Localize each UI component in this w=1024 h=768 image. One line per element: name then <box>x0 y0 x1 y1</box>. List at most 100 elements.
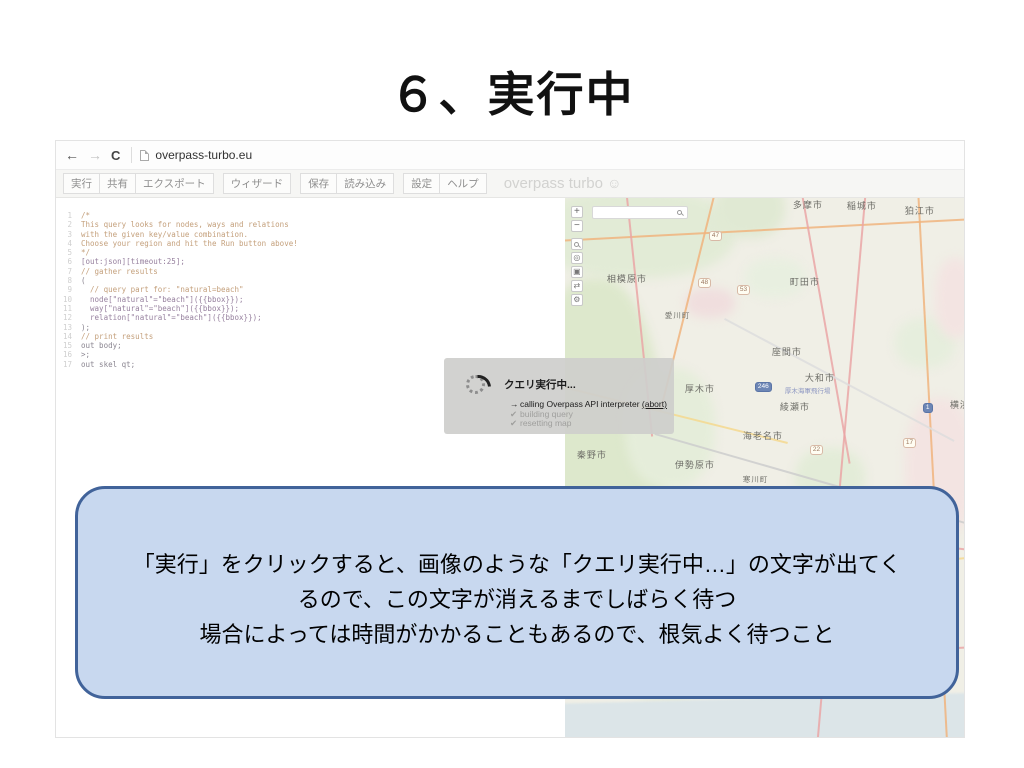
callout-line: 「実行」をクリックすると、画像のような「クエリ実行中…」の文字が出てく <box>132 552 902 577</box>
map-place-label: 厚木海軍飛行場 <box>784 388 831 395</box>
status-text: calling Overpass API interpreter <box>520 399 642 409</box>
code-text: This query looks for nodes, ways and rel… <box>81 220 289 230</box>
code-line: 7 // gather results <box>56 267 565 276</box>
map-place-label: 狛江市 <box>904 206 935 216</box>
callout-line: るので、この文字が消えるまでしばらく待つ <box>297 587 737 612</box>
line-number: 17 <box>62 359 72 369</box>
line-number: 8 <box>67 276 72 286</box>
map-place-label: 町田市 <box>789 277 820 287</box>
menu-help-button[interactable]: ヘルプ <box>439 173 487 194</box>
code-text: Choose your region and hit the Run butto… <box>81 238 298 248</box>
locate-button[interactable]: ◎ <box>570 252 583 264</box>
slide-title: ６、実行中 <box>389 68 635 121</box>
code-text: ); <box>81 322 91 332</box>
line-number: 14 <box>62 331 72 341</box>
code-text: out body; <box>81 341 122 351</box>
url-field[interactable]: overpass-turbo.eu <box>155 148 252 162</box>
share-view-button[interactable]: ⇄ <box>570 280 583 292</box>
code-line: 9 // query part for: "natural=beach" <box>56 285 565 294</box>
magnifier-button[interactable] <box>570 238 583 250</box>
zoom-control: + − <box>570 206 583 234</box>
search-icon <box>676 210 682 215</box>
road-shield: 22 <box>809 445 824 455</box>
map-place-label: 愛川町 <box>664 311 691 320</box>
code-line: 15 out body; <box>56 341 565 350</box>
code-text: >; <box>81 350 91 360</box>
line-number: 15 <box>62 341 72 351</box>
map-road <box>799 198 851 464</box>
menu-bar: 実行 共有 エクスポート ウィザード 保存 読み込み 設定 ヘルプ overpass turb… <box>56 170 964 198</box>
reload-icon[interactable]: C <box>111 148 120 163</box>
code-line: 8( <box>56 276 565 285</box>
line-number: 2 <box>67 220 72 230</box>
query-progress-dialog: クエリ実行中... → calling Overpass API interpre… <box>444 358 674 434</box>
forward-icon[interactable]: → <box>88 147 102 163</box>
dialog-status-line: ✔ resetting map <box>510 418 667 429</box>
zoom-in-button[interactable]: + <box>570 206 583 218</box>
menu-group: 実行 共有 エクスポート <box>63 173 214 194</box>
road-shield: 17 <box>902 438 917 448</box>
menu-load-button[interactable]: 読み込み <box>336 173 395 194</box>
map-place-label: 伊勢原市 <box>674 460 715 470</box>
map-place-label: 海老名市 <box>742 431 783 441</box>
status-text: resetting map <box>520 418 572 429</box>
line-number: 1 <box>67 211 72 220</box>
code-text: ( <box>81 276 86 286</box>
menu-save-button[interactable]: 保存 <box>300 173 338 194</box>
magnifier-icon <box>573 242 579 247</box>
toolbar-divider <box>131 147 133 163</box>
zoom-out-button[interactable]: − <box>570 220 583 232</box>
code-line: 6 [out:json][timeout:25]; <box>56 257 565 266</box>
line-number: 12 <box>62 313 72 323</box>
map-place-label: 相模原市 <box>606 274 647 284</box>
code-text: // print results <box>81 331 154 341</box>
code-text: relation["natural"="beach"]({{bbox}}); <box>81 313 262 323</box>
code-text: */ <box>81 248 91 258</box>
road-shield: 53 <box>736 285 751 295</box>
map-place-label: 綾瀬市 <box>779 402 810 412</box>
map-place-label: 大和市 <box>804 373 835 383</box>
logo-text: overpass turbo <box>503 175 603 192</box>
map-settings-button[interactable]: ⚙ <box>570 294 583 306</box>
menu-share-button[interactable]: 共有 <box>99 173 136 194</box>
back-icon[interactable]: ← <box>65 147 79 163</box>
menu-settings-button[interactable]: 設定 <box>403 173 441 194</box>
menu-group: 設定 ヘルプ <box>403 173 487 194</box>
code-text: // query part for: "natural=beach" <box>81 285 244 295</box>
code-text: with the given key/value combination. <box>81 229 249 239</box>
map-place-label: 座間市 <box>771 347 802 357</box>
menu-group: 保存 読み込み <box>300 173 395 194</box>
code-line: 5 */ <box>56 248 565 257</box>
slide: ６、実行中 ← → C overpass-turbo.eu 実行 共有 エクスポート… <box>0 0 1024 768</box>
menu-run-button[interactable]: 実行 <box>63 173 100 194</box>
line-number: 7 <box>67 266 72 276</box>
map-search-input[interactable] <box>591 206 688 219</box>
annotation-callout: 「実行」をクリックすると、画像のような「クエリ実行中…」の文字が出てく るので、こ… <box>75 486 959 699</box>
map-place-label: 稲城市 <box>846 201 877 211</box>
code-line: 3 with the given key/value combination. <box>56 230 565 239</box>
overpass-turbo-logo: overpass turbo ☺ <box>504 175 622 192</box>
line-number: 9 <box>67 285 72 295</box>
line-number: 5 <box>67 248 72 258</box>
browser-toolbar: ← → C overpass-turbo.eu <box>56 141 964 170</box>
map-place-label: 厚木市 <box>684 384 715 394</box>
export-image-button[interactable]: ▣ <box>570 266 583 278</box>
menu-wizard-button[interactable]: ウィザード <box>222 173 292 194</box>
line-number: 4 <box>67 238 72 248</box>
line-number: 3 <box>67 229 72 239</box>
code-line: 12 relation["natural"="beach"]({{bbox}})… <box>56 313 565 322</box>
map-place-label: 秦野市 <box>576 450 607 460</box>
road-shield: 48 <box>697 278 712 288</box>
spinner-icon <box>466 375 485 394</box>
map-place-label: 横浜市 <box>949 400 964 410</box>
map-place-label: 寒川町 <box>742 475 769 484</box>
line-number: 16 <box>62 350 72 360</box>
code-text: // gather results <box>81 266 158 276</box>
code-line: 2 This query looks for nodes, ways and re… <box>56 220 565 229</box>
road-shield: 246 <box>754 382 772 392</box>
dialog-title: クエリ実行中... <box>504 379 576 391</box>
abort-link[interactable]: (abort) <box>642 399 667 409</box>
menu-export-button[interactable]: エクスポート <box>135 173 214 194</box>
line-number: 13 <box>62 322 72 332</box>
code-line: 10 node["natural"="beach"]({{bbox}}); <box>56 295 565 304</box>
